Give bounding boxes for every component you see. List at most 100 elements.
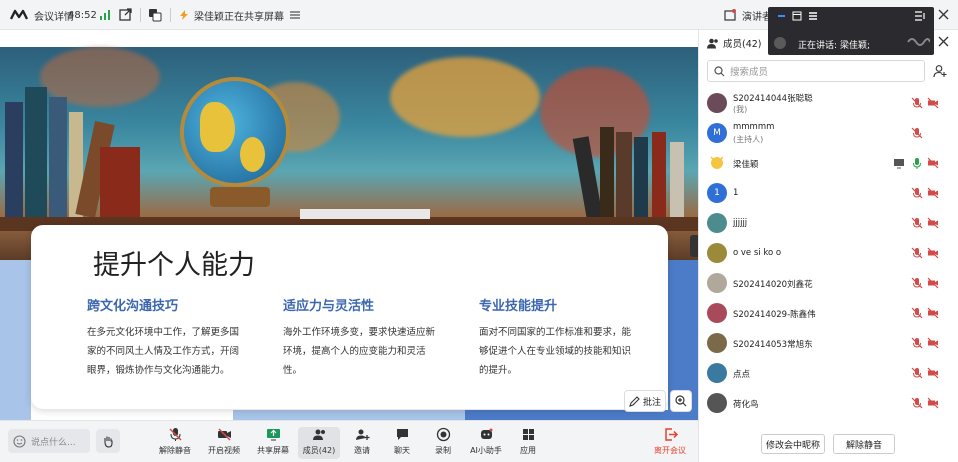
camera-off-icon[interactable] <box>927 157 939 169</box>
members-icon <box>312 429 325 440</box>
chat-input[interactable]: 说点什么... <box>8 429 90 453</box>
mic-muted-icon[interactable] <box>911 247 923 259</box>
mic-muted-icon[interactable] <box>911 187 923 199</box>
chat-button[interactable]: 聊天 <box>382 427 422 459</box>
mic-muted-icon[interactable] <box>911 367 923 379</box>
member-name: o ve si ko o <box>733 248 782 258</box>
unmute-button[interactable]: 解除静音 <box>155 427 195 459</box>
share-screen-button[interactable]: 共享屏幕 <box>253 427 293 459</box>
share-screen-label: 共享屏幕 <box>257 446 289 455</box>
apps-button[interactable]: 应用 <box>508 427 548 459</box>
member-name: 1 <box>733 188 739 198</box>
speaker-avatar <box>774 37 786 49</box>
column-2-heading: 适应力与灵活性 <box>283 299 375 314</box>
camera-off-icon[interactable] <box>927 97 939 109</box>
record-button[interactable]: 录制 <box>423 427 463 459</box>
popout-icon[interactable] <box>119 8 132 21</box>
speaker-floating-widget[interactable]: 正在讲话: 梁佳颖; <box>768 7 934 55</box>
camera-off-icon[interactable] <box>927 217 939 229</box>
invite-button[interactable]: 邀请 <box>342 427 382 459</box>
member-row[interactable]: S202414044张聪聪 (我) <box>699 88 958 118</box>
camera-off-icon[interactable] <box>927 247 939 259</box>
start-video-button[interactable]: 开启视频 <box>204 427 244 459</box>
members-tab-label: 成员(42) <box>723 39 762 50</box>
list-view-icon[interactable] <box>808 11 818 21</box>
member-row[interactable]: Mmmmmm (主持人) <box>699 118 958 148</box>
presenter-view-button[interactable]: 演讲者 <box>724 0 772 30</box>
slide-column-1: 跨文化沟通技巧 在多元文化环境中工作，了解更多国家的不同风土人情及工作方式，开阔… <box>87 295 247 380</box>
member-row[interactable]: S202414053常旭东 <box>699 328 958 358</box>
member-row[interactable]: 点点 <box>699 358 958 388</box>
chat-label: 聊天 <box>394 446 410 455</box>
camera-off-icon[interactable] <box>927 337 939 349</box>
invite-icon <box>355 429 369 440</box>
column-3-heading: 专业技能提升 <box>479 299 558 314</box>
mic-muted-icon[interactable] <box>911 97 923 109</box>
ai-assistant-button[interactable]: AI小助手 <box>466 427 506 459</box>
lightning-icon <box>180 10 188 20</box>
unmute-all-button[interactable]: 解除静音 <box>833 434 895 454</box>
translate-icon[interactable] <box>148 8 162 22</box>
zoom-in-icon <box>675 395 687 407</box>
camera-off-icon[interactable] <box>927 187 939 199</box>
member-avatar <box>707 303 727 323</box>
members-tab[interactable]: 成员(42) <box>707 36 762 50</box>
speaker-name: 梁佳颖; <box>840 41 871 51</box>
zoom-button[interactable] <box>670 390 692 412</box>
member-avatar <box>707 213 727 233</box>
mic-muted-icon[interactable] <box>911 337 923 349</box>
collapse-panel-handle[interactable] <box>690 235 698 257</box>
window-icon[interactable] <box>792 11 802 21</box>
sharing-settings-icon <box>290 11 300 19</box>
sharing-notice[interactable]: 梁佳颖正在共享屏幕 <box>180 0 300 30</box>
leave-meeting-label: 离开会议 <box>654 446 686 455</box>
books-right-image <box>572 127 690 223</box>
leave-meeting-button[interactable]: 离开会议 <box>650 427 690 459</box>
close-window-icon[interactable] <box>938 9 949 20</box>
slide-title: 提升个人能力 <box>93 250 255 281</box>
camera-off-icon[interactable] <box>927 277 939 289</box>
add-member-icon[interactable] <box>933 64 947 78</box>
ai-assistant-label: AI小助手 <box>470 446 502 455</box>
rename-button[interactable]: 修改会中昵称 <box>761 434 825 454</box>
raise-hand-icon <box>103 436 113 448</box>
camera-off-icon[interactable] <box>927 307 939 319</box>
invite-label: 邀请 <box>354 446 370 455</box>
minimize-icon[interactable] <box>778 15 785 17</box>
member-row[interactable]: S202414020刘鑫花 <box>699 268 958 298</box>
camera-off-icon[interactable] <box>927 367 939 379</box>
mic-muted-icon[interactable] <box>911 277 923 289</box>
camera-off-icon <box>217 428 231 441</box>
mic-active-icon[interactable] <box>911 157 923 169</box>
members-panel: 成员(42) 搜索成员 S202414044张聪聪 (我) Mmmmmm (主持人) 梁… <box>698 30 958 462</box>
member-row[interactable]: o ve si ko o <box>699 238 958 268</box>
speaking-wave-icon <box>907 38 930 46</box>
member-row[interactable]: 11 <box>699 178 958 208</box>
camera-off-icon[interactable] <box>927 397 939 409</box>
apps-icon <box>522 429 534 440</box>
raise-hand-button[interactable] <box>96 429 120 453</box>
member-search-input[interactable]: 搜索成员 <box>707 60 925 82</box>
member-avatar: M <box>707 123 727 143</box>
member-avatar <box>707 243 727 263</box>
mic-muted-icon[interactable] <box>911 397 923 409</box>
member-row[interactable]: 荷化鸟 <box>699 388 958 418</box>
member-row[interactable]: S202414029-陈鑫伟 <box>699 298 958 328</box>
mic-muted-icon[interactable] <box>911 307 923 319</box>
members-button[interactable]: 成员(42) <box>298 427 340 459</box>
member-name: S202414020刘鑫花 <box>733 280 813 290</box>
member-row[interactable]: jjjjjj <box>699 208 958 238</box>
annotate-label: 批注 <box>642 397 661 408</box>
mic-muted-icon[interactable] <box>911 127 923 139</box>
meeting-details[interactable]: 会议详情 <box>10 0 74 30</box>
mic-muted-icon[interactable] <box>911 217 923 229</box>
member-row[interactable]: 梁佳颖 <box>699 148 958 178</box>
signal-icon[interactable] <box>100 10 110 20</box>
screen-share-status-icon <box>893 157 905 169</box>
close-panel-icon[interactable] <box>938 36 949 47</box>
slide-column-2: 适应力与灵活性 海外工作环境多变，要求快速适应新环境，提高个人的应变能力和灵活性… <box>283 295 443 380</box>
shared-screen: 提升个人能力 跨文化沟通技巧 在多元文化环境中工作，了解更多国家的不同风土人情及… <box>0 30 698 420</box>
collapse-widget-icon[interactable] <box>914 11 926 21</box>
annotate-button[interactable]: 批注 <box>624 390 666 412</box>
speaking-label: 正在讲话: <box>798 41 838 51</box>
